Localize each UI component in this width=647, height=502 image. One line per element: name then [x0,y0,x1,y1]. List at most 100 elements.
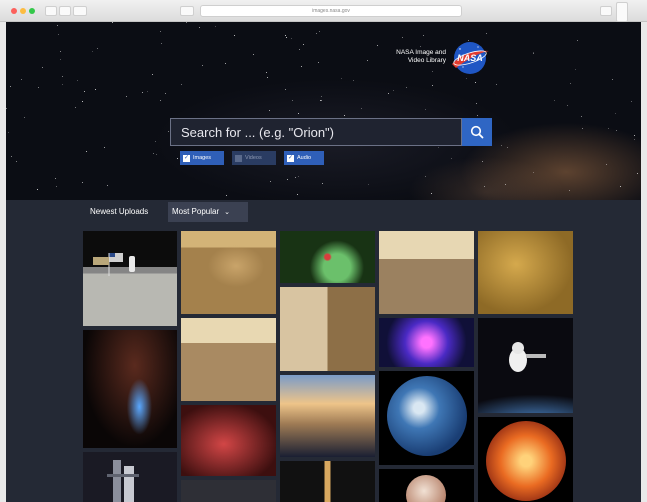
star [86,151,87,152]
tab-most-popular[interactable]: Most Popular ⌄ [168,202,248,222]
star [620,186,621,187]
gallery-item-spacewalk[interactable] [478,318,573,413]
star [608,128,609,129]
star [95,89,96,90]
site-title[interactable]: NASA Image and Video Library [370,49,446,65]
gallery-item-dark[interactable] [181,480,276,502]
gallery-item-mars-dune[interactable] [181,318,276,401]
browser-window: images.nasa.gov NASA Image and Video Lib… [0,0,647,502]
filter-videos-label: Videos [245,155,262,161]
tab-most-popular-label: Most Popular [172,207,220,216]
star [225,63,226,64]
star [37,189,38,190]
gallery-item-jupiter[interactable] [280,375,375,457]
search-button[interactable] [462,118,492,146]
astronaut-moon-image [93,253,135,276]
star [466,78,467,79]
forward-button[interactable] [59,6,71,16]
back-button[interactable] [45,6,57,16]
star [77,80,78,81]
star [361,108,362,109]
filter-videos[interactable]: Videos [232,151,276,165]
address-bar[interactable]: images.nasa.gov [200,5,462,17]
gallery-item-milky-way[interactable] [379,318,474,367]
star [368,184,369,185]
show-tabs-button[interactable] [616,2,628,22]
star [186,22,187,23]
star [142,92,143,93]
star [177,158,178,159]
sidebar-toggle-button[interactable] [73,6,87,16]
star [62,84,63,85]
star [406,87,407,88]
gallery-item-mars-landscape[interactable] [379,231,474,314]
star [199,27,200,28]
close-window-icon[interactable] [11,8,17,14]
star [569,190,570,191]
star [295,177,296,178]
search-bar [170,118,492,146]
gallery-item-blue-marble[interactable] [379,371,474,465]
star [153,153,154,154]
star [344,115,345,116]
browser-toolbar: images.nasa.gov [0,0,647,22]
nasa-meatball-logo[interactable]: NASA [448,40,492,76]
star [425,109,426,110]
gallery-item-infrared-nebula[interactable] [280,231,375,283]
star [482,161,483,162]
star [266,72,267,73]
gallery-item-red-nebula[interactable] [181,405,276,476]
gallery-item-gold-foil[interactable] [478,231,573,314]
earth-globe [387,376,467,456]
star [42,67,43,68]
star [318,62,319,63]
search-input[interactable] [170,118,462,146]
filter-audio[interactable]: ✓ Audio [284,151,324,165]
star [16,161,17,162]
gallery-item-mars-outcrop[interactable] [280,287,375,371]
star [10,86,11,87]
star [56,186,57,187]
star [286,37,287,38]
star [82,182,83,183]
star [152,74,153,75]
gallery-item-launch-beam[interactable] [280,461,375,502]
filter-images[interactable]: ✓ Images [180,151,224,165]
star [21,79,22,80]
reader-icon[interactable] [180,6,194,16]
star [634,135,635,136]
filter-audio-label: Audio [297,155,312,161]
star [168,131,169,132]
star [60,59,61,60]
gallery-item-sun[interactable] [478,417,573,502]
star [301,66,302,67]
star [107,185,108,186]
gallery-item-shuttle-launch[interactable] [83,330,177,448]
gallery-item-pluto[interactable] [379,469,474,502]
star [353,80,354,81]
star [8,132,9,133]
tab-newest-uploads[interactable]: Newest Uploads [86,202,166,222]
star [477,115,478,116]
star [298,176,299,177]
rocket-tower-image [107,460,139,502]
gallery-item-moon-walk[interactable] [83,231,177,326]
star [292,100,293,101]
star [24,117,25,118]
star [297,194,298,195]
star [215,26,216,27]
minimize-window-icon[interactable] [20,8,26,14]
star [505,184,506,185]
zoom-window-icon[interactable] [29,8,35,14]
star [303,44,304,45]
nasa-logo-text: NASA [457,53,483,63]
star [321,96,322,97]
gallery-item-mars-rover-rocks[interactable] [181,231,276,314]
sun-globe [486,421,566,501]
star [38,87,39,88]
share-button[interactable] [600,6,612,16]
star [432,85,433,86]
star [104,147,105,148]
gallery-item-rocket-tower[interactable] [83,452,177,502]
hero-banner: NASA Image and Video Library NASA Search… [6,22,641,200]
